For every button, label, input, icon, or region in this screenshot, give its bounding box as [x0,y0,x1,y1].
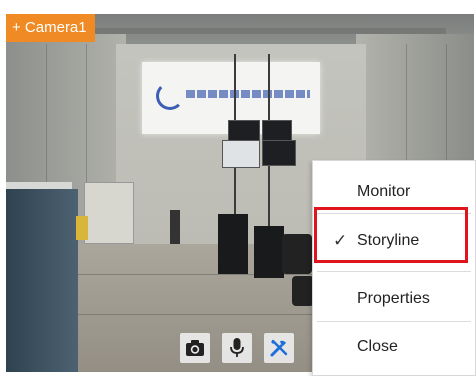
scene-chair-base [292,276,314,306]
menu-separator [317,271,471,272]
scene-cabinet [6,189,78,372]
camera-label-button[interactable]: + Camera1 [6,14,95,42]
menu-separator [317,213,471,214]
scene-monitor [228,120,260,142]
scene-pc-tower [218,214,248,274]
scene-yellow-box [76,216,88,240]
scene-monitor [262,140,296,166]
logo-lettering [186,90,310,98]
context-menu: Monitor ✓ Storyline Properties Close [312,160,476,376]
camera-icon [186,340,204,356]
scene-monitor [222,140,260,168]
microphone-button[interactable] [222,333,252,363]
logo-mark-icon [156,82,184,110]
menu-item-properties[interactable]: Properties [313,279,475,319]
menu-item-storyline[interactable]: ✓ Storyline [313,221,475,261]
menu-item-monitor[interactable]: Monitor [313,172,475,212]
menu-item-close[interactable]: Close [313,327,475,367]
checkmark-icon: ✓ [333,231,348,250]
snapshot-button[interactable] [180,333,210,363]
menu-item-label: Close [357,338,398,355]
microphone-icon [230,338,244,357]
menu-item-label: Properties [357,290,430,307]
tools-icon [270,339,288,357]
scene-chair [282,234,312,274]
settings-tools-button[interactable] [264,333,294,363]
scene-bottle [170,210,180,244]
scene-pc-tower [254,226,284,278]
menu-item-label: Monitor [357,183,411,200]
scene-monitor [262,120,292,142]
menu-item-label: Storyline [357,232,420,249]
menu-separator [317,321,471,322]
scene-small-cabinet [84,182,134,244]
